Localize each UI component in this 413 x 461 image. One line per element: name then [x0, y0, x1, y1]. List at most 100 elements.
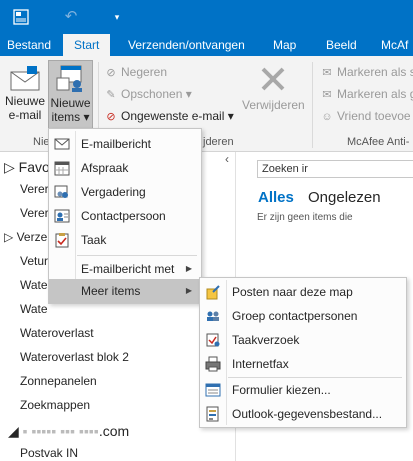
ignore-icon: ⊘	[106, 67, 116, 79]
ignore-button[interactable]: ⊘ Negeren	[104, 62, 167, 82]
folder-inbox[interactable]: Postvak IN	[20, 444, 78, 461]
task-clipboard-icon	[55, 233, 69, 248]
submenu-arrow-icon: ▶	[185, 264, 192, 273]
new-items-icon	[56, 65, 82, 92]
form-icon	[205, 383, 221, 397]
mark-icon: ✉	[322, 67, 332, 79]
new-items-label-2: items ▾	[51, 110, 90, 124]
menu-item-appointment[interactable]: Afspraak	[49, 156, 201, 180]
contact-group-icon	[207, 311, 219, 321]
contact-card-icon	[54, 209, 70, 223]
tab-map[interactable]: Map	[273, 34, 296, 56]
add-friend-button[interactable]: ☺ Vriend toevoe	[320, 106, 411, 126]
folder-item[interactable]: Verer	[20, 202, 49, 224]
menu-item-task-request[interactable]: Taakverzoek	[200, 328, 406, 352]
menu-item-task[interactable]: Taak	[49, 228, 201, 252]
menu-item-internet-fax[interactable]: Internetfax	[200, 352, 406, 376]
quick-access-customize-icon[interactable]: ▾	[106, 6, 128, 28]
favorites-label: Favo	[18, 159, 50, 175]
junk-icon: ⊘	[106, 111, 116, 123]
junk-label: Ongewenste e-mail ▾	[121, 109, 234, 123]
account-name-redacted: ▪ ▪▪▪▪▪ ▪▪▪ ▪▪▪▪	[22, 423, 99, 439]
filter-unread[interactable]: Ongelezen	[308, 188, 381, 208]
add-friend-label: Vriend toevoe	[337, 109, 411, 123]
folder-item[interactable]: Wateroverlast blok 2	[20, 346, 129, 368]
mark-spam-label: Markeren als s	[337, 65, 413, 79]
menu-item-contact-group[interactable]: Groep contactpersonen	[200, 304, 406, 328]
menu-item-data-file[interactable]: Outlook-gegevensbestand...	[200, 402, 406, 426]
undo-icon[interactable]: ↶	[60, 6, 82, 28]
calendar-icon	[54, 161, 70, 176]
mark-spam-button[interactable]: ✉ Markeren als s	[320, 62, 413, 82]
new-email-icon	[10, 66, 40, 91]
delete-x-icon	[261, 67, 285, 91]
clean-up-button[interactable]: ✎ Opschonen ▾	[104, 84, 191, 104]
menu-item-label: Groep contactpersonen	[232, 309, 358, 323]
mark-good-button[interactable]: ✉ Markeren als g	[320, 84, 413, 104]
search-input[interactable]: Zoeken ir	[257, 160, 413, 178]
more-items-submenu: Posten naar deze map Groep contactperson…	[199, 277, 407, 428]
menu-item-label: Taakverzoek	[232, 333, 300, 347]
mark-good-label: Markeren als g	[337, 87, 413, 101]
menu-item-label: Taak	[81, 233, 107, 247]
account-label: .com	[98, 423, 130, 439]
folder-item[interactable]: Wate	[20, 298, 48, 320]
menu-item-label: E-mailbericht	[81, 137, 152, 151]
menu-item-more-items[interactable]: Meer items ▶	[49, 279, 201, 303]
folder-item[interactable]: ▷ Verze	[4, 226, 47, 248]
menu-separator	[77, 255, 197, 256]
title-bar: ↶ ▾	[0, 0, 413, 34]
account-header[interactable]: ◢ ▪ ▪▪▪▪▪ ▪▪▪ ▪▪▪▪.com	[8, 420, 129, 442]
menu-item-choose-form[interactable]: Formulier kiezen...	[200, 378, 406, 402]
folder-item[interactable]: Zoekmappen	[20, 394, 90, 416]
new-email-button[interactable]: Nieuwe e-mail	[4, 62, 46, 132]
post-note-icon	[206, 285, 220, 300]
tab-beeld[interactable]: Beeld	[326, 34, 357, 56]
menu-item-post[interactable]: Posten naar deze map	[200, 280, 406, 304]
collapse-pane-icon[interactable]: ‹	[225, 152, 235, 166]
envelope-icon	[54, 138, 70, 150]
folder-item[interactable]: Wate	[20, 274, 48, 296]
tab-mcafee[interactable]: McAf	[381, 34, 408, 56]
friend-icon: ☺	[321, 111, 333, 123]
delete-button[interactable]: Verwijderen	[242, 62, 305, 122]
new-items-menu: E-mailbericht Afspraak Vergadering Conta…	[48, 128, 202, 304]
folder-item[interactable]: Vetur	[20, 250, 48, 272]
delete-label: Verwijderen	[242, 98, 305, 112]
junk-email-button[interactable]: ⊘ Ongewenste e-mail ▾	[104, 106, 234, 126]
data-file-icon	[206, 406, 219, 422]
folder-item[interactable]: Zonnepanelen	[20, 370, 97, 392]
new-items-button[interactable]: Nieuwe items ▾	[48, 60, 93, 132]
task-request-icon	[206, 333, 220, 347]
clean-up-icon: ✎	[106, 89, 116, 101]
menu-item-label: Posten naar deze map	[232, 285, 353, 299]
ribbon-tabs: Bestand Start Verzenden/ontvangen Map Be…	[0, 34, 413, 56]
outlook-app-icon[interactable]	[10, 6, 32, 28]
group-label-verwijderen: jderen	[203, 136, 234, 148]
submenu-arrow-icon: ▶	[185, 286, 192, 295]
empty-list-message: Er zijn geen items die	[257, 212, 353, 223]
folder-label: Verze	[16, 230, 48, 244]
tab-start[interactable]: Start	[63, 34, 111, 56]
ribbon-separator	[312, 62, 313, 148]
tab-verzenden-ontvangen[interactable]: Verzenden/ontvangen	[128, 34, 245, 56]
menu-item-label: Internetfax	[232, 357, 289, 371]
folder-item[interactable]: Wateroverlast	[20, 322, 94, 344]
filter-all[interactable]: Alles	[258, 188, 294, 208]
new-email-label-2: e-mail	[8, 108, 42, 122]
menu-item-label: Contactpersoon	[81, 209, 166, 223]
fax-icon	[205, 356, 221, 372]
menu-item-label: Formulier kiezen...	[232, 383, 331, 397]
menu-item-label: Outlook-gegevensbestand...	[232, 407, 383, 421]
menu-item-email-using[interactable]: E-mailbericht met ▶	[49, 257, 201, 281]
menu-item-contact[interactable]: Contactpersoon	[49, 204, 201, 228]
favorites-header[interactable]: ▷ Favo	[4, 156, 50, 178]
menu-item-email[interactable]: E-mailbericht	[49, 132, 201, 156]
tab-bestand[interactable]: Bestand	[7, 34, 51, 56]
menu-item-meeting[interactable]: Vergadering	[49, 180, 201, 204]
menu-item-label: Vergadering	[81, 185, 146, 199]
folder-item[interactable]: Verer	[20, 178, 49, 200]
new-email-label-1: Nieuwe	[4, 94, 46, 108]
menu-item-label: Meer items	[81, 284, 141, 298]
new-items-label-1: Nieuwe	[50, 96, 91, 110]
